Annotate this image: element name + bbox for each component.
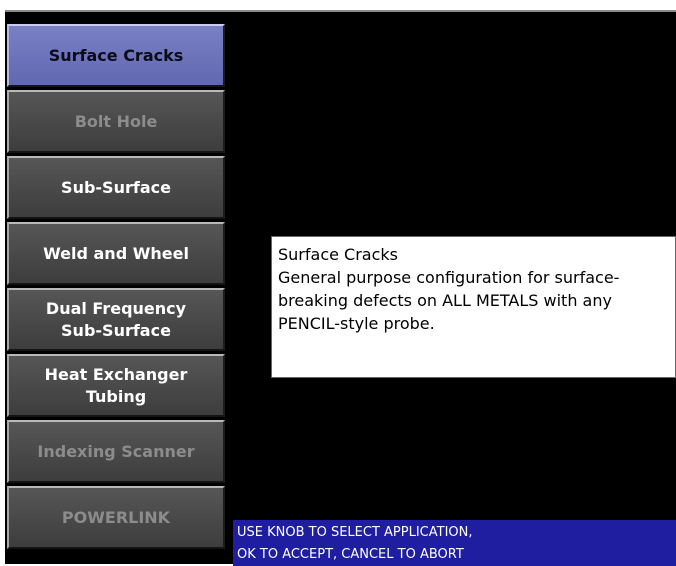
menu-item-powerlink[interactable]: POWERLINK [7,486,225,549]
menu-item-heat-exchanger-tubing[interactable]: Heat Exchanger Tubing [7,354,225,417]
menu-item-bolt-hole[interactable]: Bolt Hole [7,90,225,153]
menu-item-dual-frequency-sub-surface[interactable]: Dual Frequency Sub-Surface [7,288,225,351]
status-line-1: USE KNOB TO SELECT APPLICATION, [237,525,473,540]
status-prompt-bar: USE KNOB TO SELECT APPLICATION, OK TO AC… [233,520,676,566]
status-line-2: OK TO ACCEPT, CANCEL TO ABORT [237,547,464,562]
description-title: Surface Cracks [278,245,398,264]
menu-item-weld-and-wheel[interactable]: Weld and Wheel [7,222,225,285]
menu-item-sub-surface[interactable]: Sub-Surface [7,156,225,219]
description-body: General purpose configuration for surfac… [278,268,620,333]
menu-item-indexing-scanner[interactable]: Indexing Scanner [7,420,225,483]
application-description-box: Surface Cracks General purpose configura… [271,236,676,378]
instrument-screen: Surface Cracks Bolt Hole Sub-Surface Wel… [5,10,676,566]
menu-item-surface-cracks[interactable]: Surface Cracks [7,24,225,87]
